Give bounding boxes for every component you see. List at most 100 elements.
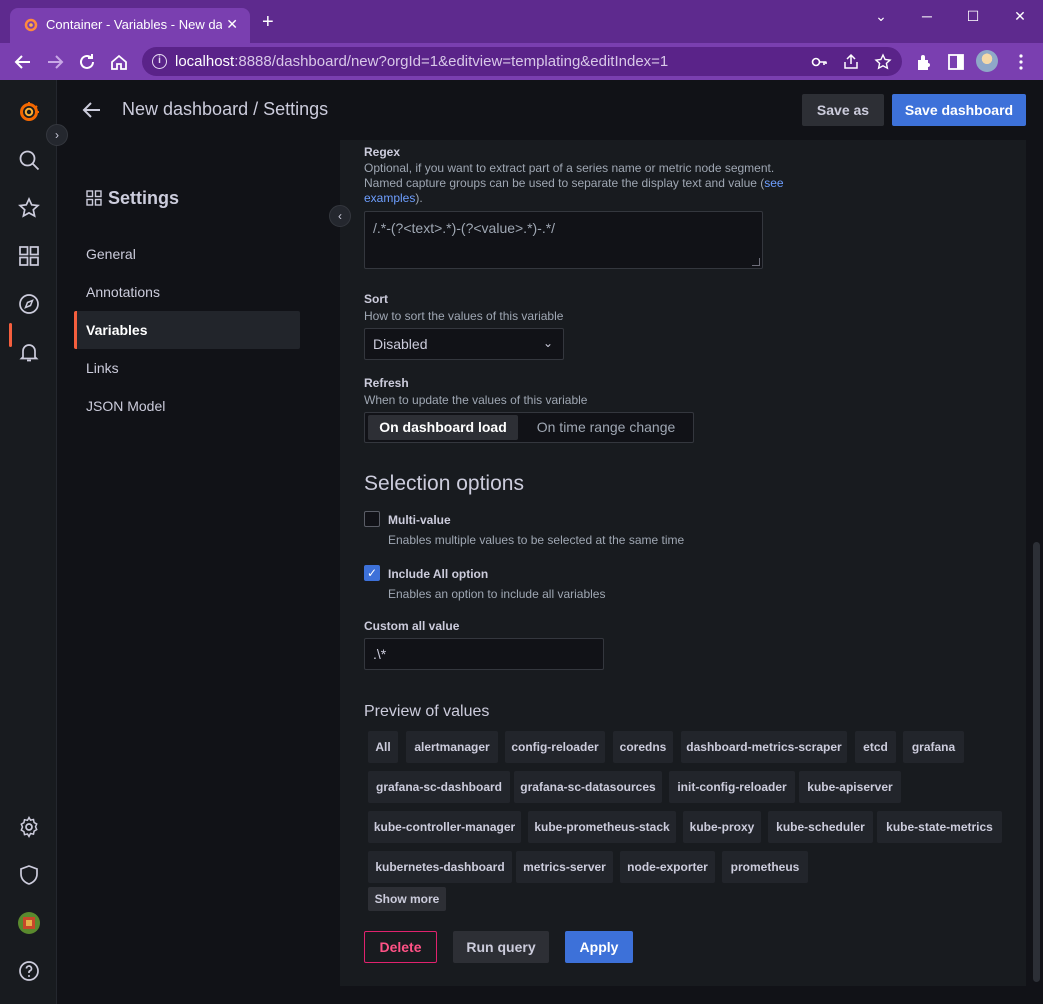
browser-toolbar: i localhost:8888/dashboard/new?orgId=1&e… bbox=[0, 43, 1043, 80]
preview-value-chip: coredns bbox=[613, 731, 673, 763]
custom-all-value-input[interactable]: .\* bbox=[364, 638, 604, 670]
refresh-description: When to update the values of this variab… bbox=[364, 393, 588, 407]
address-bar[interactable]: i localhost:8888/dashboard/new?orgId=1&e… bbox=[142, 47, 902, 76]
page-title: New dashboard / Settings bbox=[122, 99, 329, 119]
grafana-favicon-icon bbox=[24, 18, 38, 32]
run-query-button[interactable]: Run query bbox=[453, 931, 549, 963]
preview-value-chip: kube-prometheus-stack bbox=[528, 811, 676, 843]
close-window-button[interactable]: ✕ bbox=[1010, 8, 1030, 25]
settings-heading: Settings bbox=[86, 188, 179, 209]
minimize-button[interactable]: ─ bbox=[917, 8, 937, 24]
refresh-option-time-range-change[interactable]: On time range change bbox=[523, 415, 689, 440]
extensions-icon[interactable] bbox=[914, 52, 934, 72]
sort-selected-value: Disabled bbox=[373, 336, 428, 352]
side-panel-icon[interactable] bbox=[946, 52, 966, 72]
url-text: localhost:8888/dashboard/new?orgId=1&edi… bbox=[175, 53, 669, 70]
explore-compass-icon[interactable] bbox=[17, 292, 41, 316]
settings-nav-json-model[interactable]: JSON Model bbox=[74, 387, 300, 425]
apply-button[interactable]: Apply bbox=[565, 931, 633, 963]
grafana-sidemenu bbox=[0, 80, 57, 1004]
settings-nav-general[interactable]: General bbox=[74, 235, 300, 273]
maximize-button[interactable]: ☐ bbox=[963, 8, 983, 25]
alerting-bell-icon[interactable] bbox=[17, 340, 41, 364]
reload-icon[interactable] bbox=[76, 51, 98, 73]
textarea-resize-handle[interactable] bbox=[752, 258, 760, 266]
site-info-icon[interactable]: i bbox=[152, 54, 167, 69]
selection-options-heading: Selection options bbox=[364, 472, 524, 495]
custom-all-label: Custom all value bbox=[364, 619, 460, 633]
expand-menu-chevron-icon[interactable]: › bbox=[46, 124, 68, 146]
preview-value-chip: kube-apiserver bbox=[799, 771, 901, 803]
save-dashboard-button[interactable]: Save dashboard bbox=[892, 94, 1026, 126]
preview-value-chip: kube-proxy bbox=[683, 811, 761, 843]
regex-textarea[interactable]: /.*-(?<text>.*)-(?<value>.*)-.*/ bbox=[364, 211, 763, 269]
sort-description: How to sort the values of this variable bbox=[364, 309, 564, 323]
show-more-button[interactable]: Show more bbox=[368, 887, 446, 911]
preview-value-chip: node-exporter bbox=[620, 851, 715, 883]
chevron-down-icon: ⌄ bbox=[542, 336, 553, 350]
preview-value-chip: kube-state-metrics bbox=[877, 811, 1002, 843]
scrollbar[interactable] bbox=[1033, 542, 1040, 982]
sort-label: Sort bbox=[364, 292, 388, 306]
new-tab-button[interactable]: + bbox=[262, 12, 274, 32]
preview-value-chip: metrics-server bbox=[516, 851, 613, 883]
key-icon[interactable] bbox=[810, 53, 828, 71]
preview-value-chip: kube-controller-manager bbox=[368, 811, 521, 843]
search-icon[interactable] bbox=[17, 148, 41, 172]
checkmark-icon: ✓ bbox=[366, 566, 378, 580]
dashboards-icon[interactable] bbox=[17, 244, 41, 268]
settings-grid-icon bbox=[86, 190, 102, 206]
preview-value-chip: dashboard-metrics-scraper bbox=[681, 731, 847, 763]
server-admin-shield-icon[interactable] bbox=[17, 863, 41, 887]
custom-all-value: .\* bbox=[373, 646, 387, 662]
sort-select[interactable]: Disabled ⌄ bbox=[364, 328, 564, 360]
settings-nav-annotations[interactable]: Annotations bbox=[74, 273, 300, 311]
include-all-label: Include All option bbox=[388, 567, 489, 581]
preview-value-chip: kube-scheduler bbox=[768, 811, 873, 843]
preview-heading: Preview of values bbox=[364, 703, 490, 720]
bookmark-star-icon[interactable] bbox=[874, 53, 892, 71]
browser-tab[interactable]: Container - Variables - New dash ✕ bbox=[10, 8, 250, 43]
refresh-option-dashboard-load[interactable]: On dashboard load bbox=[368, 415, 518, 440]
preview-value-chip: grafana-sc-dashboard bbox=[368, 771, 510, 803]
user-avatar-icon[interactable] bbox=[17, 911, 41, 935]
settings-nav-links[interactable]: Links bbox=[74, 349, 300, 387]
multi-value-checkbox[interactable] bbox=[364, 511, 380, 527]
settings-nav-variables[interactable]: Variables bbox=[74, 311, 300, 349]
collapse-nav-chevron-icon[interactable]: ‹ bbox=[329, 205, 351, 227]
save-as-button[interactable]: Save as bbox=[802, 94, 884, 126]
back-arrow-icon[interactable] bbox=[80, 98, 104, 122]
preview-value-chip: config-reloader bbox=[505, 731, 605, 763]
multi-value-label: Multi-value bbox=[388, 513, 451, 527]
preview-value-chip: kubernetes-dashboard bbox=[368, 851, 512, 883]
configuration-gear-icon[interactable] bbox=[17, 815, 41, 839]
delete-button[interactable]: Delete bbox=[364, 931, 437, 963]
tab-close-icon[interactable]: ✕ bbox=[226, 16, 238, 33]
starred-icon[interactable] bbox=[17, 196, 41, 220]
browser-profile-avatar[interactable] bbox=[976, 50, 998, 72]
refresh-radio-group: On dashboard load On time range change bbox=[364, 412, 694, 443]
tab-search-icon[interactable]: ⌄ bbox=[871, 8, 891, 25]
home-icon[interactable] bbox=[108, 51, 130, 73]
tab-title: Container - Variables - New dash bbox=[46, 17, 222, 32]
browser-titlebar: Container - Variables - New dash ✕ + ⌄ ─… bbox=[0, 0, 1043, 43]
include-all-description: Enables an option to include all variabl… bbox=[388, 587, 606, 601]
preview-value-chip: All bbox=[368, 731, 398, 763]
grafana-logo-icon[interactable] bbox=[17, 100, 41, 124]
back-icon[interactable] bbox=[12, 51, 34, 73]
sidemenu-active-indicator bbox=[9, 323, 12, 347]
regex-value: /.*-(?<text>.*)-(?<value>.*)-.*/ bbox=[373, 220, 556, 236]
regex-see-link[interactable]: see bbox=[764, 176, 783, 190]
share-icon[interactable] bbox=[842, 53, 860, 71]
preview-value-chip: etcd bbox=[855, 731, 896, 763]
preview-value-chip: init-config-reloader bbox=[669, 771, 795, 803]
regex-examples-link[interactable]: examples bbox=[364, 191, 415, 205]
refresh-label: Refresh bbox=[364, 376, 409, 390]
preview-value-chip: alertmanager bbox=[406, 731, 498, 763]
forward-icon[interactable] bbox=[44, 51, 66, 73]
multi-value-description: Enables multiple values to be selected a… bbox=[388, 533, 685, 547]
help-icon[interactable] bbox=[17, 959, 41, 983]
include-all-checkbox[interactable]: ✓ bbox=[364, 565, 380, 581]
preview-value-chip: grafana-sc-datasources bbox=[514, 771, 662, 803]
browser-menu-icon[interactable] bbox=[1011, 52, 1031, 72]
